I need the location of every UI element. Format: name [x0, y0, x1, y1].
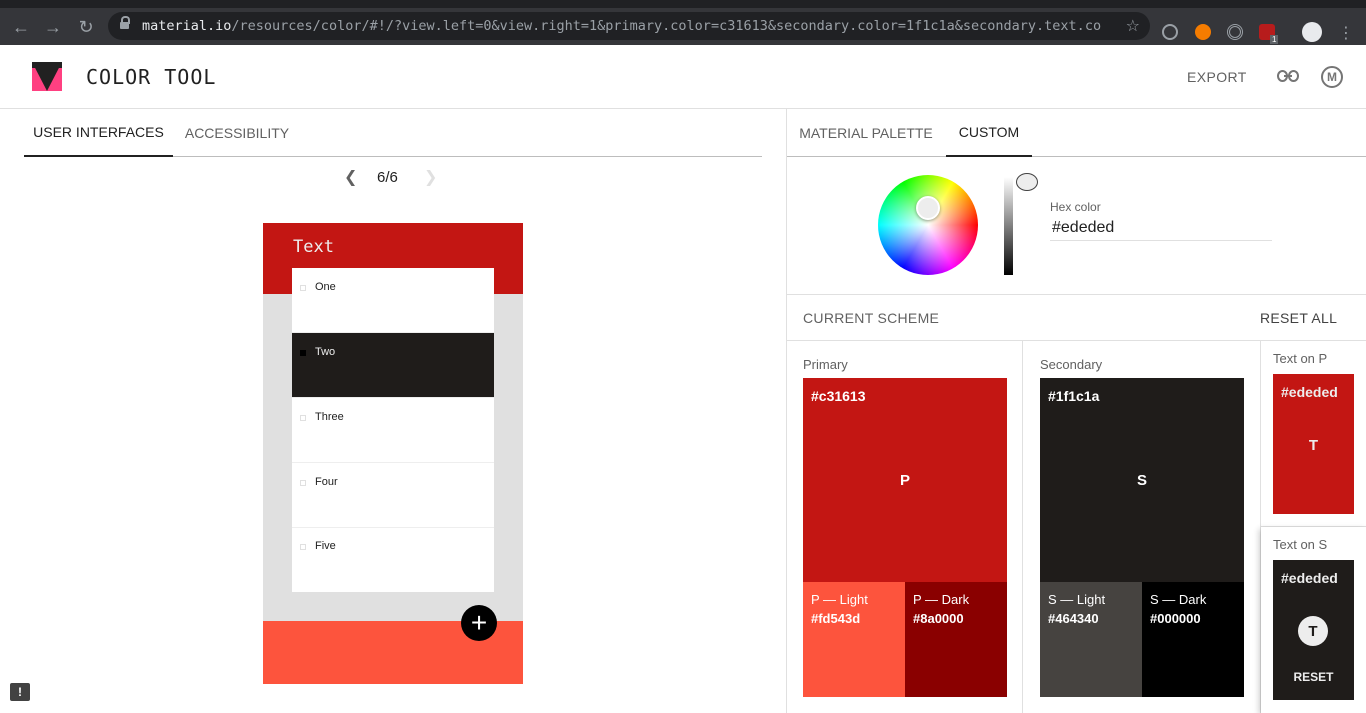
list-item[interactable]: Five — [292, 527, 494, 592]
list-item-label: Four — [315, 476, 338, 488]
text-on-secondary-hex: #ededed — [1281, 570, 1338, 586]
browser-tab-strip — [0, 0, 1366, 8]
page-count: 6/6 — [377, 169, 398, 186]
color-wheel-pin[interactable] — [916, 196, 940, 220]
tab-accessibility[interactable]: ACCESSIBILITY — [173, 109, 301, 157]
list-item-selected[interactable]: Two — [292, 333, 494, 398]
pager: ❮ 6/6 ❯ — [340, 165, 440, 189]
primary-column: Primary #c31613 P P — Light #fd543d P — … — [787, 341, 1023, 713]
secondary-light-name: S — Light — [1048, 592, 1106, 607]
secondary-column: Secondary #1f1c1a S S — Light #464340 S … — [1024, 341, 1261, 713]
hex-color-label: Hex color — [1050, 200, 1101, 214]
url-text: material.io/resources/color/#!/?view.lef… — [142, 18, 1102, 34]
checkbox-icon[interactable] — [300, 285, 306, 291]
extension-badge: 1 — [1270, 35, 1279, 44]
current-scheme-title: CURRENT SCHEME — [803, 310, 940, 326]
lightness-slider-thumb[interactable] — [1016, 173, 1038, 191]
primary-swatch[interactable]: #c31613 P — [803, 378, 1007, 582]
text-on-primary-label: Text on P — [1273, 351, 1328, 366]
tab-material-palette[interactable]: MATERIAL PALETTE — [787, 109, 945, 157]
list-item-label: Two — [315, 346, 336, 358]
more-menu-icon[interactable]: ⋮ — [1338, 23, 1354, 43]
text-on-primary-card: Text on P #ededed T — [1261, 341, 1366, 527]
phone-title: Text — [293, 237, 334, 257]
forward-arrow-icon[interactable]: → — [42, 16, 64, 38]
text-on-secondary-card: Text on S #ededed T RESET — [1261, 527, 1366, 713]
primary-letter: P — [899, 472, 910, 489]
extension-target-icon[interactable] — [1227, 24, 1243, 40]
reset-text-button[interactable]: RESET — [1273, 670, 1354, 684]
back-arrow-icon[interactable]: ← — [10, 16, 32, 38]
text-on-secondary-swatch[interactable]: #ededed T RESET — [1273, 560, 1354, 700]
profile-avatar[interactable] — [1302, 22, 1322, 42]
primary-label: Primary — [803, 357, 848, 372]
secondary-dark-hex: #000000 — [1150, 611, 1201, 626]
primary-hex: #c31613 — [811, 388, 866, 404]
app-header: COLOR TOOL EXPORT M — [0, 45, 1366, 109]
chevron-right-icon[interactable]: ❯ — [424, 167, 437, 187]
secondary-light-swatch[interactable]: S — Light #464340 — [1040, 582, 1142, 697]
address-bar[interactable]: material.io/resources/color/#!/?view.lef… — [108, 12, 1150, 40]
text-on-secondary-label: Text on S — [1273, 537, 1328, 552]
bookmark-star-icon[interactable]: ☆ — [1126, 16, 1140, 36]
feedback-icon[interactable]: ! — [10, 683, 30, 701]
text-on-primary-letter: T — [1308, 437, 1319, 454]
list-item-label: Three — [315, 411, 344, 423]
secondary-hex: #1f1c1a — [1048, 388, 1100, 404]
right-tab-bar: MATERIAL PALETTE CUSTOM — [787, 109, 1366, 157]
url-path: /resources/color/#!/?view.left=0&view.ri… — [231, 18, 1102, 34]
app-title: COLOR TOOL — [86, 65, 217, 89]
export-button[interactable]: EXPORT — [1187, 69, 1247, 85]
lightness-slider[interactable] — [1004, 177, 1013, 275]
checkbox-icon[interactable] — [300, 480, 306, 486]
reload-icon[interactable]: ↻ — [75, 16, 97, 38]
react-devtools-icon[interactable] — [1162, 24, 1178, 40]
list-item-label: Five — [315, 540, 336, 552]
hex-color-input[interactable]: #ededed — [1050, 216, 1272, 241]
tab-custom[interactable]: CUSTOM — [946, 109, 1032, 157]
list-item[interactable]: Three — [292, 398, 494, 463]
text-on-primary-hex: #ededed — [1281, 384, 1338, 400]
primary-light-hex: #fd543d — [811, 611, 861, 626]
secondary-dark-swatch[interactable]: S — Dark #000000 — [1142, 582, 1244, 697]
primary-dark-swatch[interactable]: P — Dark #8a0000 — [905, 582, 1007, 697]
primary-light-name: P — Light — [811, 592, 868, 607]
secondary-light-hex: #464340 — [1048, 611, 1099, 626]
url-host: material.io — [142, 18, 232, 34]
secondary-letter: S — [1136, 472, 1147, 489]
checkbox-icon[interactable] — [300, 350, 306, 356]
list-item[interactable]: One — [292, 268, 494, 333]
list-item-label: One — [315, 281, 336, 293]
phone-preview: Text One Two Three Four Five + — [263, 223, 523, 684]
phone-list: One Two Three Four Five — [292, 268, 494, 592]
checkbox-icon[interactable] — [300, 415, 306, 421]
secondary-dark-name: S — Dark — [1150, 592, 1207, 607]
browser-toolbar: ← → ↻ material.io/resources/color/#!/?vi… — [0, 8, 1366, 45]
primary-dark-hex: #8a0000 — [913, 611, 964, 626]
secondary-label: Secondary — [1040, 357, 1103, 372]
text-on-primary-swatch[interactable]: #ededed T — [1273, 374, 1354, 514]
checkbox-icon[interactable] — [300, 544, 306, 550]
text-letter-circle: T — [1298, 616, 1328, 646]
primary-light-swatch[interactable]: P — Light #fd543d — [803, 582, 905, 697]
link-icon[interactable] — [1277, 70, 1299, 82]
tab-user-interfaces[interactable]: USER INTERFACES — [24, 109, 173, 157]
extension-orange-icon[interactable] — [1195, 24, 1211, 40]
left-tab-bar: USER INTERFACES ACCESSIBILITY — [24, 109, 762, 157]
lock-icon — [120, 16, 130, 31]
secondary-swatch[interactable]: #1f1c1a S — [1040, 378, 1244, 582]
material-logo-icon[interactable]: M — [1321, 66, 1343, 88]
primary-dark-name: P — Dark — [913, 592, 970, 607]
color-tool-logo — [32, 62, 62, 91]
fab-add-button[interactable]: + — [461, 605, 497, 641]
list-item[interactable]: Four — [292, 463, 494, 528]
color-wheel[interactable] — [878, 175, 978, 275]
reset-all-button[interactable]: RESET ALL — [1260, 310, 1337, 326]
chevron-left-icon[interactable]: ❮ — [344, 167, 357, 187]
current-scheme-header: CURRENT SCHEME RESET ALL — [787, 294, 1366, 341]
